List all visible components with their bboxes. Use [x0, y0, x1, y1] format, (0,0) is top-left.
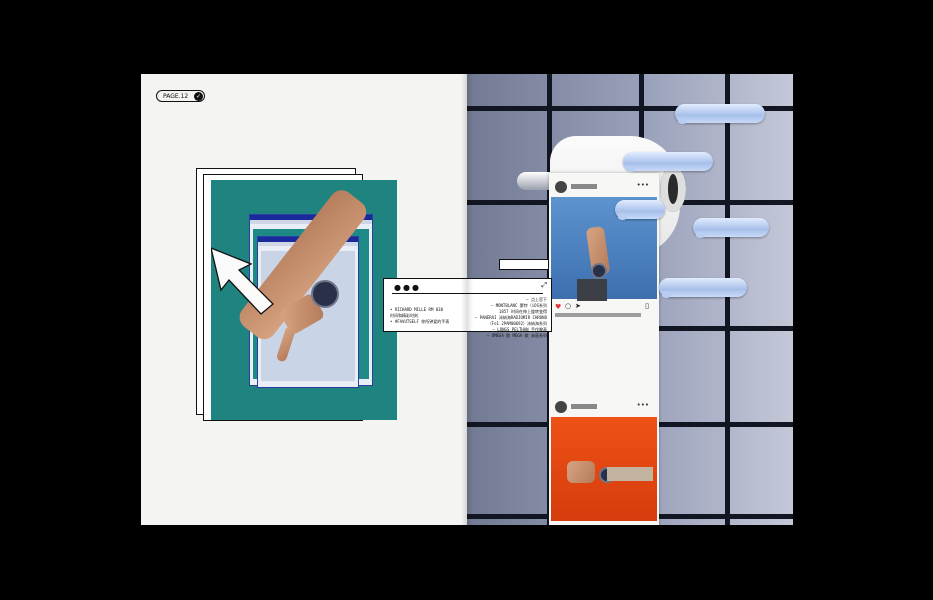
chat-bubble: [693, 218, 769, 241]
check-icon: ✓: [194, 92, 203, 101]
chat-bubble: [659, 278, 747, 301]
popup-window-right: ⤢ — 点上官下 — MONTBLANC 蒙特（iOS系列 1857 时间在伸上…: [467, 278, 552, 338]
share-icon[interactable]: ➤: [575, 302, 581, 310]
bookmark-icon[interactable]: ▯: [645, 524, 649, 525]
comment-icon[interactable]: ○: [565, 302, 571, 310]
page-label: PAGE.12 ✓: [156, 90, 205, 102]
popup-right-text: — 点上官下 — MONTBLANC 蒙特（iOS系列 1857 时间在伸上旋转…: [475, 297, 547, 339]
wristwatch: [311, 280, 339, 308]
paper-sheet: ••• ♥ ○ ➤ ▯ •••: [549, 173, 659, 525]
share-icon[interactable]: ➤: [575, 524, 581, 525]
expand-icon[interactable]: ⤢: [541, 281, 547, 290]
popup-tab: [499, 259, 549, 270]
spine-shadow: [461, 74, 473, 525]
comment-icon[interactable]: ○: [565, 524, 571, 525]
avatar: [555, 401, 567, 413]
left-page: PAGE.12 ✓ ●●● • RICHARD MILLE RM 030 时间和…: [141, 74, 553, 525]
popup-left-line: • #FAVUTSELF 你所钟爱的手表: [390, 319, 450, 324]
avatar: [555, 181, 567, 193]
bookmark-icon[interactable]: ▯: [645, 302, 649, 310]
cursor-arrow-icon: [211, 247, 274, 315]
social-post-2: ••• ♥ ○ ➤ ▯: [551, 401, 657, 525]
username-placeholder: [571, 404, 597, 409]
magazine-spread: PAGE.12 ✓ ●●● • RICHARD MILLE RM 030 时间和…: [141, 74, 793, 525]
more-icon: •••: [636, 181, 649, 189]
chat-bubble: [623, 152, 713, 175]
window-dots-icon: ●●●: [394, 283, 421, 292]
page-label-text: PAGE.12: [163, 93, 189, 100]
username-placeholder: [571, 184, 597, 189]
chat-bubble: [675, 104, 765, 127]
chat-bubble: [615, 200, 665, 223]
teal-photo: [211, 180, 397, 420]
post-photo-orange: [551, 417, 657, 521]
heart-icon[interactable]: ♥: [555, 303, 561, 311]
popup-right-line: — OMEGA 欧 MEGA 欧 米茄系列: [486, 333, 547, 338]
more-icon: •••: [636, 401, 649, 409]
popup-left-text: • RICHARD MILLE RM 030 时间和精彩时刻 • #FAVUTS…: [390, 307, 449, 325]
